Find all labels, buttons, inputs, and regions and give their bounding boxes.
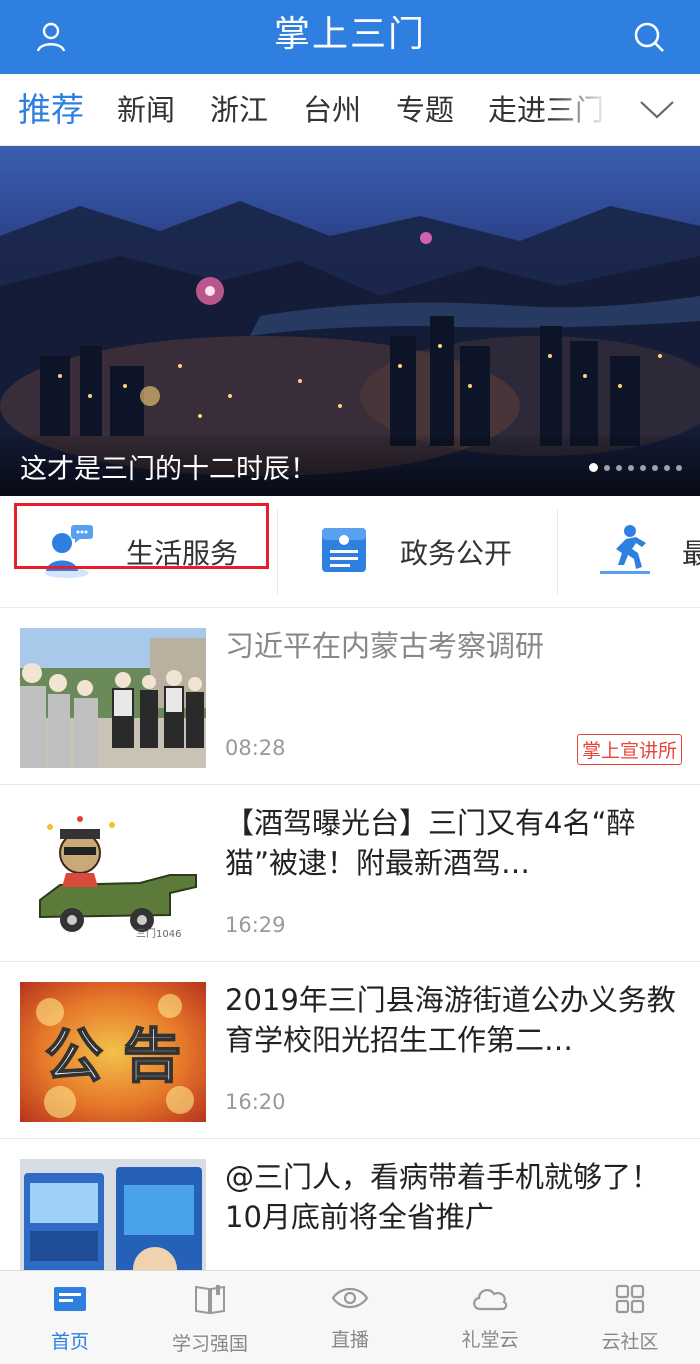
tab-recommend[interactable]: 推荐	[18, 74, 84, 145]
news-tag: 掌上宣讲所	[576, 734, 682, 765]
nav-home-label: 首页	[50, 1331, 89, 1353]
service-third[interactable]: 最	[598, 496, 700, 607]
carousel-dot	[664, 464, 670, 471]
news-item[interactable]: 三门1046 【酒驾曝光台】三门又有4名“醉猫”被逮！附最新酒驾… 16:29	[0, 785, 700, 962]
bottom-nav: 首页 学习强国 直播 礼堂云 云社区	[0, 1270, 700, 1364]
tab-topics[interactable]: 专题	[396, 74, 454, 145]
service-third-label: 最	[682, 532, 700, 572]
tab-news[interactable]: 新闻	[117, 74, 175, 145]
banner-carousel[interactable]: 这才是三门的十二时辰！	[0, 146, 700, 496]
thumb-title-text: 公 告	[45, 1022, 181, 1090]
carousel-dot	[604, 464, 610, 471]
news-item[interactable]: 习近平在内蒙古考察调研 08:28 掌上宣讲所	[0, 608, 700, 785]
chevron-down-icon[interactable]	[632, 90, 682, 130]
news-thumbnail	[20, 628, 206, 768]
nav-live-label: 直播	[330, 1329, 369, 1351]
nav-community[interactable]: 云社区	[560, 1271, 700, 1364]
nav-litangyun[interactable]: 礼堂云	[420, 1271, 560, 1364]
nav-live[interactable]: 直播	[280, 1271, 420, 1364]
service-gov-affairs[interactable]: 政务公开	[318, 496, 513, 607]
eye-icon	[331, 1283, 369, 1317]
carousel-dot	[616, 464, 622, 471]
tab-taizhou[interactable]: 台州	[303, 74, 361, 145]
news-headline: 2019年三门县海游街道公办义务教育学校阳光招生工作第二…	[225, 983, 676, 1057]
banner-caption: 这才是三门的十二时辰！	[20, 454, 317, 485]
news-thumbnail: 公 告	[20, 982, 206, 1122]
news-thumbnail: 三门1046	[20, 805, 206, 945]
carousel-dot	[640, 464, 646, 471]
app-title: 掌上三门	[273, 14, 426, 55]
tab-zhejiang[interactable]: 浙江	[210, 74, 268, 145]
news-time: 08:28	[225, 736, 286, 760]
runner-icon	[598, 523, 652, 581]
home-news-icon	[52, 1283, 88, 1319]
news-item[interactable]: 公 告 2019年三门县海游街道公办义务教育学校阳光招生工作第二… 16:20	[0, 962, 700, 1139]
divider	[277, 510, 278, 594]
service-shortcuts: 生活服务 政务公开 最	[0, 496, 700, 608]
tab-fade	[550, 74, 610, 145]
news-time: 16:29	[225, 913, 286, 937]
highlight-box	[14, 503, 269, 569]
service-gov-affairs-label: 政务公开	[400, 537, 513, 570]
news-headline: 习近平在内蒙古考察调研	[225, 629, 545, 663]
nav-litangyun-label: 礼堂云	[461, 1329, 519, 1351]
news-time: 16:20	[225, 1090, 286, 1114]
carousel-dot	[589, 463, 598, 472]
channel-tabs: 推荐 新闻 浙江 台州 专题 走进三门	[0, 74, 700, 146]
thumb-watermark: 三门1046	[136, 927, 181, 940]
nav-xuexi[interactable]: 学习强国	[140, 1271, 280, 1364]
divider	[557, 510, 558, 594]
nav-community-label: 云社区	[601, 1331, 659, 1353]
cloud-icon	[470, 1283, 510, 1317]
app-header: 掌上三门	[0, 0, 700, 74]
carousel-dot	[628, 464, 634, 471]
news-headline: @三门人，看病带着手机就够了！10月底前将全省推广	[225, 1160, 661, 1234]
carousel-dots	[589, 463, 682, 472]
carousel-dot	[652, 464, 658, 471]
carousel-dot	[676, 464, 682, 471]
search-icon[interactable]	[624, 12, 674, 62]
nav-xuexi-label: 学习强国	[171, 1333, 248, 1355]
book-icon	[192, 1283, 228, 1321]
document-icon	[318, 524, 370, 580]
news-headline: 【酒驾曝光台】三门又有4名“醉猫”被逮！附最新酒驾…	[225, 806, 636, 880]
grid-icon	[614, 1283, 646, 1319]
nav-home[interactable]: 首页	[0, 1271, 140, 1364]
